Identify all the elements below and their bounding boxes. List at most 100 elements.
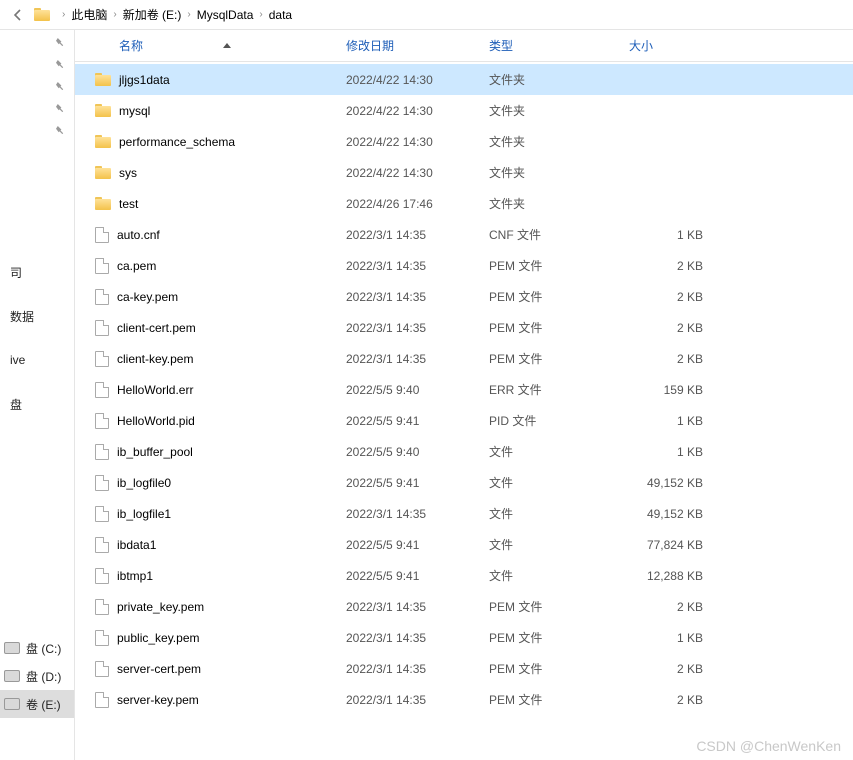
file-type: 文件夹 bbox=[489, 102, 629, 119]
file-date: 2022/3/1 14:35 bbox=[346, 600, 489, 614]
file-name: HelloWorld.pid bbox=[117, 414, 195, 428]
file-icon bbox=[95, 506, 109, 522]
file-row[interactable]: ib_buffer_pool2022/5/5 9:40文件1 KB bbox=[75, 436, 853, 467]
file-size: 1 KB bbox=[629, 228, 709, 242]
pin-icon bbox=[0, 126, 74, 148]
sidebar-item-label: 盘 (C:) bbox=[26, 640, 61, 657]
file-type: PEM 文件 bbox=[489, 598, 629, 615]
breadcrumb-item[interactable]: 此电脑 bbox=[71, 6, 107, 23]
file-name: server-key.pem bbox=[117, 693, 199, 707]
file-row[interactable]: mysql2022/4/22 14:30文件夹 bbox=[75, 95, 853, 126]
file-type: PEM 文件 bbox=[489, 257, 629, 274]
sidebar-item[interactable]: ive bbox=[0, 346, 74, 374]
file-date: 2022/5/5 9:40 bbox=[346, 445, 489, 459]
file-size: 2 KB bbox=[629, 352, 709, 366]
sidebar-item[interactable]: 卷 (E:) bbox=[0, 690, 74, 718]
file-row[interactable]: HelloWorld.pid2022/5/5 9:41PID 文件1 KB bbox=[75, 405, 853, 436]
file-name: ca-key.pem bbox=[117, 290, 178, 304]
file-row[interactable]: client-cert.pem2022/3/1 14:35PEM 文件2 KB bbox=[75, 312, 853, 343]
file-row[interactable]: public_key.pem2022/3/1 14:35PEM 文件1 KB bbox=[75, 622, 853, 653]
file-row[interactable]: ib_logfile02022/5/5 9:41文件49,152 KB bbox=[75, 467, 853, 498]
file-row[interactable]: ca-key.pem2022/3/1 14:35PEM 文件2 KB bbox=[75, 281, 853, 312]
file-type: 文件 bbox=[489, 505, 629, 522]
folder-icon bbox=[34, 8, 50, 21]
file-date: 2022/5/5 9:41 bbox=[346, 414, 489, 428]
breadcrumb-item[interactable]: data bbox=[269, 8, 292, 22]
breadcrumb[interactable]: › 此电脑 › 新加卷 (E:) › MysqlData › data bbox=[34, 3, 292, 27]
file-size: 1 KB bbox=[629, 445, 709, 459]
file-row[interactable]: private_key.pem2022/3/1 14:35PEM 文件2 KB bbox=[75, 591, 853, 622]
file-row[interactable]: ib_logfile12022/3/1 14:35文件49,152 KB bbox=[75, 498, 853, 529]
file-list-pane: 名称 修改日期 类型 大小 jljgs1data2022/4/22 14:30文… bbox=[75, 30, 853, 760]
file-name: ib_logfile0 bbox=[117, 476, 171, 490]
file-size: 2 KB bbox=[629, 321, 709, 335]
address-bar: › 此电脑 › 新加卷 (E:) › MysqlData › data bbox=[0, 0, 853, 30]
file-row[interactable]: auto.cnf2022/3/1 14:35CNF 文件1 KB bbox=[75, 219, 853, 250]
file-type: PEM 文件 bbox=[489, 288, 629, 305]
file-row[interactable]: test2022/4/26 17:46文件夹 bbox=[75, 188, 853, 219]
drive-icon bbox=[4, 698, 20, 710]
file-row[interactable]: performance_schema2022/4/22 14:30文件夹 bbox=[75, 126, 853, 157]
sidebar-item[interactable]: 数据 bbox=[0, 302, 74, 330]
file-date: 2022/5/5 9:41 bbox=[346, 569, 489, 583]
sidebar-item-label: 司 bbox=[10, 264, 22, 281]
header-size[interactable]: 大小 bbox=[629, 37, 719, 54]
file-date: 2022/3/1 14:35 bbox=[346, 662, 489, 676]
breadcrumb-item[interactable]: 新加卷 (E:) bbox=[123, 6, 182, 23]
file-date: 2022/3/1 14:35 bbox=[346, 352, 489, 366]
header-name[interactable]: 名称 bbox=[119, 37, 346, 54]
file-size: 77,824 KB bbox=[629, 538, 709, 552]
pin-icon bbox=[0, 38, 74, 60]
folder-icon bbox=[95, 135, 111, 148]
sidebar-item-label: 盘 (D:) bbox=[26, 668, 61, 685]
file-row[interactable]: ibdata12022/5/5 9:41文件77,824 KB bbox=[75, 529, 853, 560]
file-type: PEM 文件 bbox=[489, 691, 629, 708]
header-type[interactable]: 类型 bbox=[489, 37, 629, 54]
file-date: 2022/3/1 14:35 bbox=[346, 631, 489, 645]
file-size: 49,152 KB bbox=[629, 476, 709, 490]
file-icon bbox=[95, 661, 109, 677]
file-name: HelloWorld.err bbox=[117, 383, 193, 397]
file-row[interactable]: HelloWorld.err2022/5/5 9:40ERR 文件159 KB bbox=[75, 374, 853, 405]
chevron-right-icon: › bbox=[259, 9, 262, 20]
file-size: 1 KB bbox=[629, 414, 709, 428]
file-size: 2 KB bbox=[629, 693, 709, 707]
file-name: ibdata1 bbox=[117, 538, 156, 552]
pin-icon bbox=[0, 60, 74, 82]
file-date: 2022/5/5 9:40 bbox=[346, 383, 489, 397]
file-name: private_key.pem bbox=[117, 600, 204, 614]
watermark: CSDN @ChenWenKen bbox=[696, 738, 841, 754]
file-size: 159 KB bbox=[629, 383, 709, 397]
file-name: performance_schema bbox=[119, 135, 235, 149]
nav-back-button[interactable] bbox=[6, 3, 30, 27]
file-size: 2 KB bbox=[629, 259, 709, 273]
file-type: PEM 文件 bbox=[489, 660, 629, 677]
file-row[interactable]: client-key.pem2022/3/1 14:35PEM 文件2 KB bbox=[75, 343, 853, 374]
sidebar-item[interactable]: 盘 (C:) bbox=[0, 634, 74, 662]
file-size: 2 KB bbox=[629, 662, 709, 676]
sidebar-item[interactable]: 盘 bbox=[0, 390, 74, 418]
file-date: 2022/3/1 14:35 bbox=[346, 693, 489, 707]
sidebar-item[interactable]: 盘 (D:) bbox=[0, 662, 74, 690]
file-row[interactable]: ibtmp12022/5/5 9:41文件12,288 KB bbox=[75, 560, 853, 591]
folder-icon bbox=[95, 197, 111, 210]
header-date[interactable]: 修改日期 bbox=[346, 37, 489, 54]
sidebar-item[interactable]: 司 bbox=[0, 258, 74, 286]
file-name: ibtmp1 bbox=[117, 569, 153, 583]
file-size: 2 KB bbox=[629, 290, 709, 304]
file-row[interactable]: jljgs1data2022/4/22 14:30文件夹 bbox=[75, 64, 853, 95]
file-row[interactable]: ca.pem2022/3/1 14:35PEM 文件2 KB bbox=[75, 250, 853, 281]
folder-icon bbox=[95, 166, 111, 179]
file-icon bbox=[95, 351, 109, 367]
file-type: 文件 bbox=[489, 474, 629, 491]
file-type: 文件夹 bbox=[489, 164, 629, 181]
breadcrumb-item[interactable]: MysqlData bbox=[197, 8, 254, 22]
file-row[interactable]: server-key.pem 2022/3/1 14:35PEM 文件2 KB bbox=[75, 684, 853, 715]
sidebar-item-label: 盘 bbox=[10, 396, 22, 413]
file-row[interactable]: sys2022/4/22 14:30文件夹 bbox=[75, 157, 853, 188]
file-row[interactable]: server-cert.pem2022/3/1 14:35PEM 文件2 KB bbox=[75, 653, 853, 684]
file-name: test bbox=[119, 197, 138, 211]
file-icon bbox=[95, 258, 109, 274]
file-icon bbox=[95, 444, 109, 460]
sidebar-item-label: 数据 bbox=[10, 308, 34, 325]
